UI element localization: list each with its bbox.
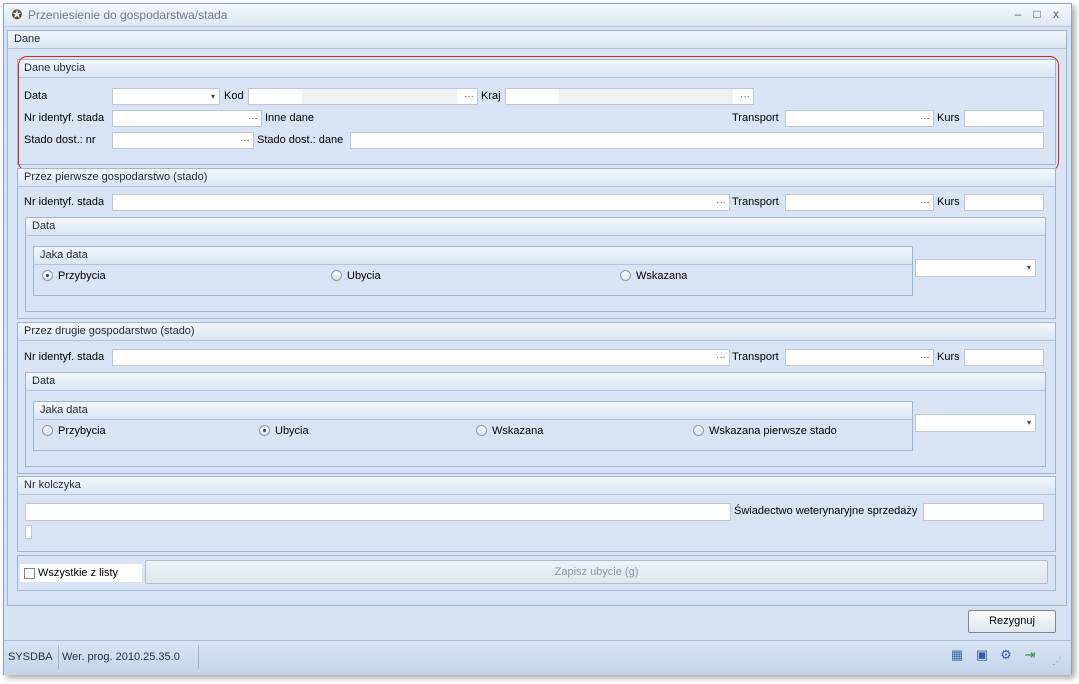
- close-button[interactable]: x: [1049, 7, 1063, 21]
- chevron-down-icon: ▾: [1026, 418, 1031, 427]
- drugie-transport-label: Transport: [732, 351, 779, 363]
- nr-identyf-field[interactable]: ···: [112, 110, 262, 127]
- pierwsze-nr-identyf-field[interactable]: ···: [112, 194, 730, 211]
- kolczyk-scroll-handle[interactable]: [25, 525, 32, 539]
- drugie-transport-field[interactable]: ···: [785, 349, 934, 366]
- swiadectwo-label: Świadectwo weterynaryjne sprzedaży: [734, 505, 918, 517]
- resize-grip-icon[interactable]: ⋰: [1049, 653, 1065, 669]
- stado-nr-field[interactable]: ···: [112, 132, 254, 149]
- ellipsis-icon[interactable]: ···: [240, 133, 250, 148]
- wszystkie-checkbox-container[interactable]: Wszystkie z listy: [20, 564, 142, 582]
- inne-dane-label: Inne dane: [265, 112, 314, 124]
- chevron-down-icon: ▾: [1026, 263, 1031, 272]
- pierwsze-transport-field[interactable]: ···: [785, 194, 934, 211]
- exit-icon[interactable]: ⇥: [1022, 647, 1038, 663]
- drugie-nr-identyf-label: Nr identyf. stada: [24, 351, 105, 363]
- window-title: Przeniesienie do gospodarstwa/stada: [28, 8, 228, 22]
- swiadectwo-field[interactable]: [923, 503, 1044, 521]
- minimize-button[interactable]: –: [1011, 7, 1025, 21]
- pierwsze-radio-przybycia[interactable]: Przybycia: [42, 270, 106, 282]
- stado-nr-label: Stado dost.: nr: [24, 134, 96, 146]
- dane-ubycia-header: Dane ubycia: [18, 60, 1055, 78]
- drugie-radio-wskazana-pierwsze[interactable]: Wskazana pierwsze stado: [693, 425, 837, 437]
- stado-dane-label: Stado dost.: dane: [257, 134, 344, 146]
- drugie-kurs-label: Kurs: [937, 351, 960, 363]
- disk-icon[interactable]: ▣: [974, 647, 990, 663]
- pierwsze-kurs-label: Kurs: [937, 196, 960, 208]
- ellipsis-icon[interactable]: ···: [920, 195, 930, 210]
- drugie-nr-identyf-field[interactable]: ···: [112, 349, 730, 366]
- status-bar: SYSDBA Wer. prog. 2010.25.35.0 ▦ ▣ ⚙ ⇥ ⋰: [4, 640, 1071, 675]
- main-window: ✪ Przeniesienie do gospodarstwa/stada – …: [3, 3, 1072, 675]
- pierwsze-transport-label: Transport: [732, 196, 779, 208]
- pierwsze-header: Przez pierwsze gospodarstwo (stado): [18, 169, 1055, 187]
- drugie-header: Przez drugie gospodarstwo (stado): [18, 323, 1055, 341]
- kod-field[interactable]: ···: [248, 88, 478, 105]
- pierwsze-kurs-field[interactable]: [964, 194, 1044, 211]
- maximize-button[interactable]: □: [1030, 7, 1044, 21]
- stado-dane-field[interactable]: [350, 132, 1044, 149]
- kolczyk-header: Nr kolczyka: [18, 477, 1055, 495]
- data-dropdown[interactable]: ▾: [112, 88, 220, 105]
- wszystkie-label: Wszystkie z listy: [38, 567, 119, 579]
- chevron-down-icon: ▾: [210, 92, 215, 101]
- status-version: Wer. prog. 2010.25.35.0: [62, 645, 199, 669]
- drugie-radio-ubycia[interactable]: Ubycia: [259, 425, 309, 437]
- ellipsis-icon[interactable]: ···: [920, 111, 930, 126]
- wszystkie-checkbox[interactable]: [24, 568, 35, 579]
- pierwsze-nr-identyf-label: Nr identyf. stada: [24, 196, 105, 208]
- kod-label: Kod: [224, 90, 244, 102]
- pierwsze-data-header: Data: [26, 218, 1045, 236]
- rezygnuj-button[interactable]: Rezygnuj: [968, 610, 1056, 633]
- pierwsze-radio-wskazana[interactable]: Wskazana: [620, 270, 687, 282]
- transport-field[interactable]: ···: [785, 110, 934, 127]
- drugie-jaka-data-header: Jaka data: [34, 402, 912, 420]
- kurs-label: Kurs: [937, 112, 960, 124]
- ellipsis-icon[interactable]: ···: [740, 89, 750, 104]
- dane-header: Dane: [8, 31, 1066, 49]
- nr-identyf-label: Nr identyf. stada: [24, 112, 105, 124]
- kraj-label: Kraj: [481, 90, 501, 102]
- pierwsze-date-dropdown[interactable]: ▾: [915, 259, 1036, 277]
- grid-icon[interactable]: ▦: [949, 647, 965, 663]
- kraj-field[interactable]: ···: [505, 88, 754, 105]
- ellipsis-icon[interactable]: ···: [464, 89, 474, 104]
- drugie-kurs-field[interactable]: [964, 349, 1044, 366]
- pierwsze-radio-ubycia[interactable]: Ubycia: [331, 270, 381, 282]
- ellipsis-icon[interactable]: ···: [716, 195, 726, 210]
- status-user: SYSDBA: [8, 645, 59, 669]
- transport-label: Transport: [732, 112, 779, 124]
- data-label: Data: [24, 90, 48, 102]
- title-bar: ✪ Przeniesienie do gospodarstwa/stada – …: [4, 4, 1071, 27]
- kurs-field[interactable]: [964, 110, 1044, 127]
- gear-icon[interactable]: ⚙: [998, 647, 1014, 663]
- kolczyk-input[interactable]: [25, 503, 731, 521]
- drugie-radio-przybycia[interactable]: Przybycia: [42, 425, 106, 437]
- ellipsis-icon[interactable]: ···: [716, 350, 726, 365]
- app-icon: ✪: [11, 7, 23, 22]
- drugie-radio-wskazana[interactable]: Wskazana: [476, 425, 543, 437]
- zapisz-ubycie-button[interactable]: Zapisz ubycie (g): [145, 560, 1048, 584]
- drugie-date-dropdown[interactable]: ▾: [915, 414, 1036, 432]
- pierwsze-jaka-data-header: Jaka data: [34, 247, 912, 265]
- ellipsis-icon[interactable]: ···: [920, 350, 930, 365]
- pierwsze-jaka-data-panel: Jaka data: [33, 246, 913, 296]
- drugie-data-header: Data: [26, 373, 1045, 391]
- ellipsis-icon[interactable]: ···: [248, 111, 258, 126]
